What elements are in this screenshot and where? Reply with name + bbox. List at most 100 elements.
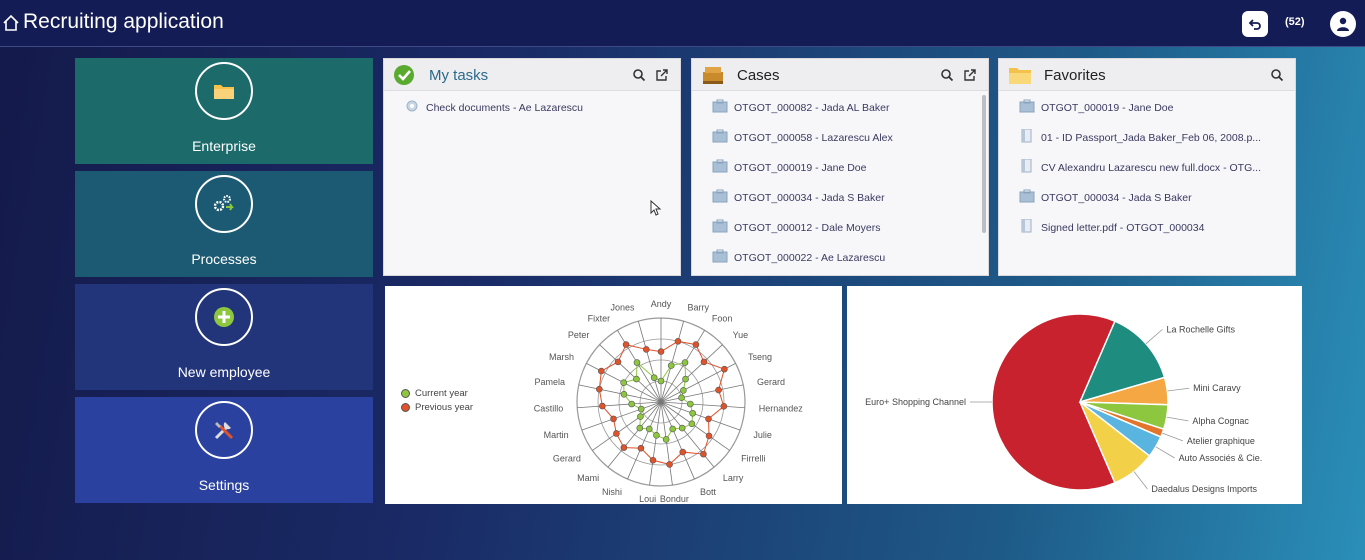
search-icon[interactable] <box>1270 68 1284 82</box>
case-text: OTGOT_000012 - Dale Moyers <box>734 222 881 234</box>
open-external-icon[interactable] <box>655 68 669 82</box>
radar-category-label: Mami <box>577 473 599 483</box>
radar-point[interactable] <box>633 375 640 383</box>
tile-label: Settings <box>198 477 250 493</box>
case-item[interactable]: OTGOT_000082 - Jada AL Baker <box>692 99 988 129</box>
task-item[interactable]: Check documents - Ae Lazarescu <box>384 99 680 129</box>
radar-category-label: Firrelli <box>741 454 766 464</box>
radar-point[interactable] <box>700 358 708 366</box>
radar-point[interactable] <box>596 385 603 393</box>
case-item[interactable]: OTGOT_000022 - Ae Lazarescu <box>692 249 988 279</box>
cases-scrollbar[interactable] <box>982 95 986 233</box>
home-icon[interactable] <box>2 14 20 32</box>
favorite-text: Signed letter.pdf - OTGOT_000034 <box>1041 222 1205 234</box>
radar-spoke <box>660 344 723 403</box>
radar-point[interactable] <box>662 436 670 443</box>
radar-category-label: Gerard <box>553 454 581 464</box>
radar-category-label: Tseng <box>748 352 772 362</box>
radar-point[interactable] <box>687 400 694 408</box>
favorite-item[interactable]: OTGOT_000034 - Jada S Baker <box>999 189 1295 219</box>
case-item[interactable]: OTGOT_000012 - Dale Moyers <box>692 219 988 249</box>
radar-point[interactable] <box>637 405 645 413</box>
search-icon[interactable] <box>632 68 646 82</box>
radar-point[interactable] <box>682 375 689 383</box>
case-text: OTGOT_000058 - Lazarescu Alex <box>734 132 893 144</box>
radar-category-label: Hernandez <box>759 404 804 414</box>
radar-point[interactable] <box>688 420 696 428</box>
app-title: Recruiting application <box>23 10 224 33</box>
tile-settings[interactable]: Settings <box>75 397 373 503</box>
favorite-item[interactable]: Signed letter.pdf - OTGOT_000034 <box>999 219 1295 249</box>
case-item[interactable]: OTGOT_000058 - Lazarescu Alex <box>692 129 988 159</box>
radar-point[interactable] <box>613 430 620 437</box>
radar-point[interactable] <box>636 424 644 432</box>
radar-point[interactable] <box>720 402 728 410</box>
panel-header: My tasks <box>384 59 680 91</box>
radar-point[interactable] <box>700 450 707 458</box>
radar-point[interactable] <box>705 415 712 423</box>
radar-spoke <box>578 384 662 403</box>
user-avatar-button[interactable] <box>1330 11 1356 37</box>
radar-point[interactable] <box>680 387 687 394</box>
radar-spoke <box>599 344 662 403</box>
undo-icon <box>1248 19 1261 30</box>
favorite-item[interactable]: OTGOT_000019 - Jane Doe <box>999 99 1295 129</box>
tile-processes[interactable]: Processes <box>75 171 373 277</box>
open-external-icon[interactable] <box>963 68 977 82</box>
radar-point[interactable] <box>653 431 660 439</box>
search-icon[interactable] <box>940 68 954 82</box>
pie-label: Mini Caravy <box>1193 383 1241 393</box>
radar-point[interactable] <box>689 409 696 417</box>
radar-point[interactable] <box>620 379 628 386</box>
radar-point[interactable] <box>610 415 617 423</box>
radar-point[interactable] <box>628 400 635 408</box>
panel-title: Cases <box>737 67 780 84</box>
tile-enterprise[interactable]: Enterprise <box>75 58 373 164</box>
radar-point[interactable] <box>614 358 622 366</box>
radar-point[interactable] <box>622 341 630 348</box>
radar-category-label: Fixter <box>588 313 611 323</box>
radar-point[interactable] <box>674 338 682 345</box>
radar-point[interactable] <box>715 386 722 394</box>
radar-point[interactable] <box>657 377 665 385</box>
case-item[interactable]: OTGOT_000034 - Jada S Baker <box>692 189 988 219</box>
radar-point[interactable] <box>666 461 673 468</box>
radar-point[interactable] <box>678 394 685 402</box>
tile-new-employee[interactable]: New employee <box>75 284 373 390</box>
radar-point[interactable] <box>637 444 645 452</box>
radar-point[interactable] <box>721 365 728 373</box>
radar-point[interactable] <box>678 424 686 432</box>
radar-spoke <box>637 321 662 403</box>
panel-title: Favorites <box>1044 67 1106 84</box>
radar-point[interactable] <box>679 448 687 456</box>
radar-point[interactable] <box>705 432 713 440</box>
radar-point[interactable] <box>657 348 665 355</box>
radar-point[interactable] <box>645 425 653 433</box>
task-list: Check documents - Ae Lazarescu <box>384 99 680 129</box>
pie-chart: Euro+ Shopping Channel La Rochelle Gifts M… <box>847 286 1302 504</box>
pie-leader-line <box>1133 471 1148 490</box>
radar-point[interactable] <box>681 359 689 366</box>
case-item[interactable]: OTGOT_000019 - Jane Doe <box>692 159 988 189</box>
undo-button[interactable] <box>1242 11 1268 37</box>
radar-point[interactable] <box>669 425 677 433</box>
notification-count[interactable]: (52) <box>1285 16 1305 28</box>
favorite-text: CV Alexandru Lazarescu new full.docx - O… <box>1041 162 1262 174</box>
radar-point[interactable] <box>642 346 650 353</box>
radar-category-label: Loui <box>639 494 656 504</box>
radar-point[interactable] <box>649 456 657 464</box>
radar-point[interactable] <box>692 341 700 348</box>
task-text: Check documents - Ae Lazarescu <box>426 102 583 114</box>
radar-point[interactable] <box>620 391 628 398</box>
radar-point[interactable] <box>650 374 658 382</box>
radar-point[interactable] <box>637 413 644 420</box>
radar-point[interactable] <box>620 444 628 451</box>
favorite-item[interactable]: 01 - ID Passport_Jada Baker_Feb 06, 2008… <box>999 129 1295 159</box>
pie-leader-line <box>1145 328 1163 345</box>
radar-point[interactable] <box>599 402 606 410</box>
favorites-list: OTGOT_000019 - Jane Doe 01 - ID Passport_… <box>999 99 1295 249</box>
radar-point[interactable] <box>598 367 605 375</box>
favorite-item[interactable]: CV Alexandru Lazarescu new full.docx - O… <box>999 159 1295 189</box>
radar-point[interactable] <box>633 359 641 366</box>
radar-point[interactable] <box>667 362 675 369</box>
